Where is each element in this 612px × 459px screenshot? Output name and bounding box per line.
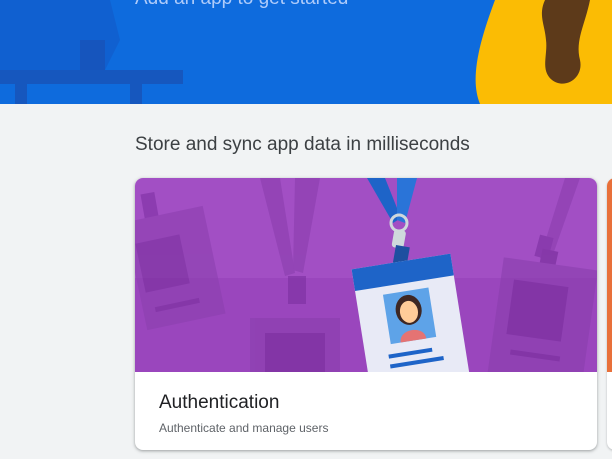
id-badge-illustration [135, 178, 597, 372]
authentication-card[interactable]: Authentication Authenticate and manage u… [135, 178, 597, 450]
hero-subtitle: Add an app to get started [135, 0, 348, 10]
card-title: Authentication [159, 392, 280, 413]
section-title: Store and sync app data in milliseconds [135, 134, 470, 155]
next-card-illustration [607, 178, 612, 372]
next-product-card[interactable] [607, 178, 612, 450]
hero-illustration [0, 0, 612, 104]
hero-banner: Add an app to get started [0, 0, 612, 104]
card-description: Authenticate and manage users [159, 421, 329, 435]
